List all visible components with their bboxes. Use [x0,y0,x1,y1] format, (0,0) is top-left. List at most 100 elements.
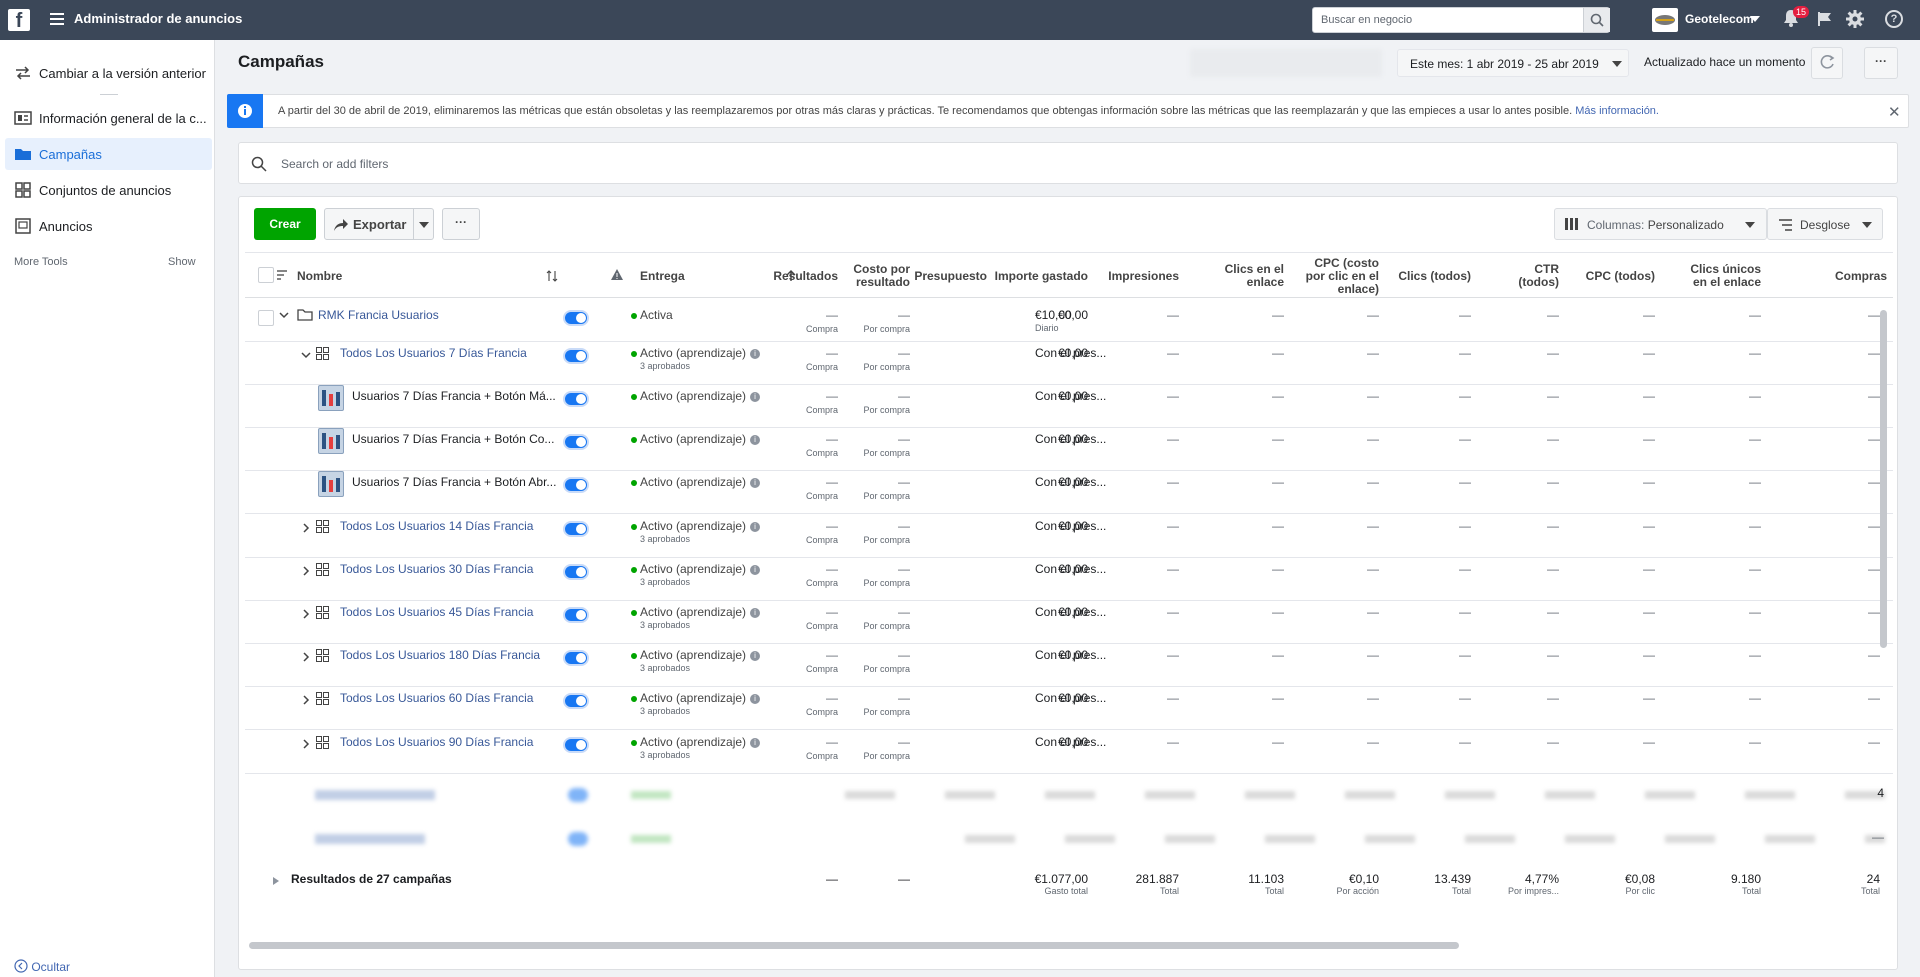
ad-set-name-link[interactable]: Todos Los Usuarios 180 Días Francia [340,648,540,662]
menu-icon[interactable] [50,13,64,25]
sidebar-item-ads[interactable]: Anuncios [5,210,212,242]
sidebar-item-campaigns[interactable]: Campañas [5,138,212,170]
select-all-checkbox[interactable] [258,267,274,283]
table-row[interactable]: Usuarios 7 Días Francia + Botón Má... Act… [245,384,1893,428]
table-row[interactable]: RMK Francia Usuarios Activa — Compra — Por co… [245,298,1893,342]
ad-name[interactable]: Usuarios 7 Días Francia + Botón Co... [352,432,554,446]
info-icon[interactable]: i [750,608,761,618]
export-button[interactable]: Exportar [324,208,414,240]
gear-icon[interactable] [1845,9,1865,29]
close-icon[interactable]: ✕ [1888,103,1901,121]
column-header-spent[interactable]: Importe gastado [995,270,1088,283]
export-dropdown-button[interactable] [414,208,434,240]
chevron-down-icon[interactable] [279,312,289,319]
business-name[interactable]: Geotelecom [1685,12,1754,26]
chevron-right-icon[interactable] [301,739,311,749]
create-button[interactable]: Crear [254,208,316,240]
refresh-button[interactable] [1811,47,1843,79]
chevron-right-icon[interactable] [301,695,311,705]
sort-options-icon[interactable] [277,269,289,281]
status-toggle[interactable] [563,477,589,493]
status-toggle[interactable] [563,564,589,580]
column-header-results[interactable]: Resultados [773,270,838,283]
ad-thumbnail[interactable] [318,385,344,411]
search-filter-input[interactable]: Search or add filters [238,142,1898,184]
column-header-link-clicks[interactable]: Clics en el enlace [1225,263,1284,289]
column-header-cpc-all[interactable]: CPC (todos) [1586,270,1655,283]
status-toggle[interactable] [563,650,589,666]
column-header-ctr[interactable]: CTR (todos) [1518,263,1559,289]
ad-thumbnail[interactable] [318,471,344,497]
table-row[interactable]: Todos Los Usuarios 14 Días Francia Activo… [245,514,1893,558]
sidebar-item-overview[interactable]: Información general de la c... [5,102,212,134]
ad-name[interactable]: Usuarios 7 Días Francia + Botón Má... [352,389,556,403]
info-icon[interactable]: i [750,392,761,402]
table-row[interactable]: Todos Los Usuarios 7 Días Francia Activo … [245,341,1893,385]
sort-icon[interactable] [546,270,558,282]
table-row[interactable]: Todos Los Usuarios 30 Días Francia Activo… [245,557,1893,601]
status-toggle[interactable] [563,693,589,709]
more-options-button[interactable]: ··· [1864,47,1898,79]
status-toggle[interactable] [563,348,589,364]
table-row[interactable]: Todos Los Usuarios 60 Días Francia Activo… [245,686,1893,730]
table-row[interactable]: Usuarios 7 Días Francia + Botón Co... Act… [245,427,1893,471]
ad-set-name-link[interactable]: Todos Los Usuarios 60 Días Francia [340,691,533,705]
column-header-impressions[interactable]: Impresiones [1108,270,1179,283]
chevron-down-icon[interactable] [1750,16,1760,22]
facebook-logo-icon[interactable]: f [8,9,30,32]
chevron-down-icon[interactable] [301,350,311,360]
info-icon[interactable]: i [750,738,761,748]
ad-set-name-link[interactable]: Todos Los Usuarios 7 Días Francia [340,346,527,360]
ad-set-name-link[interactable]: Todos Los Usuarios 14 Días Francia [340,519,533,533]
table-row[interactable]: Todos Los Usuarios 180 Días Francia Activ… [245,643,1893,687]
help-icon[interactable]: ? [1885,10,1903,28]
chevron-right-icon[interactable] [301,523,311,533]
column-header-budget[interactable]: Presupuesto [914,270,987,283]
info-icon[interactable]: i [750,651,761,661]
more-actions-button[interactable]: ··· [442,208,480,240]
status-toggle[interactable] [563,391,589,407]
business-logo[interactable] [1652,8,1678,32]
account-selector[interactable] [1190,49,1382,77]
ad-name[interactable]: Usuarios 7 Días Francia + Botón Abr... [352,475,556,489]
status-toggle[interactable] [563,310,589,326]
learn-more-link[interactable]: Más información. [1575,105,1659,117]
business-search-input[interactable]: Buscar en negocio [1312,7,1610,33]
status-toggle[interactable] [563,737,589,753]
column-header-unique-link-clicks[interactable]: Clics únicos en el enlace [1690,263,1761,289]
breakdown-button[interactable]: Desglose [1767,208,1883,240]
info-icon[interactable]: i [750,478,761,488]
show-more-tools-link[interactable]: Show [168,256,196,268]
sidebar-item-ad-sets[interactable]: Conjuntos de anuncios [5,174,212,206]
table-row[interactable]: Usuarios 7 Días Francia + Botón Abr... Ac… [245,470,1893,514]
sidebar-item-switch-version[interactable]: Cambiar a la versión anterior [5,57,212,89]
column-header-cost-per-result[interactable]: Costo por resultado [853,263,910,289]
search-button[interactable] [1583,8,1610,32]
columns-button[interactable]: Columnas: Personalizado [1554,208,1767,240]
row-checkbox[interactable] [258,310,274,326]
vertical-scrollbar[interactable] [1880,310,1887,648]
chevron-right-icon[interactable] [301,652,311,662]
status-toggle[interactable] [563,434,589,450]
column-header-name[interactable]: Nombre [297,270,342,283]
status-toggle[interactable] [563,607,589,623]
ad-set-name-link[interactable]: Todos Los Usuarios 45 Días Francia [340,605,533,619]
table-row[interactable]: Todos Los Usuarios 45 Días Francia Activo… [245,600,1893,644]
horizontal-scrollbar[interactable] [249,942,1459,949]
chevron-right-icon[interactable] [301,566,311,576]
flag-icon[interactable] [1817,11,1833,27]
hide-sidebar-button[interactable]: Ocultar [14,959,70,974]
column-header-cpc-link[interactable]: CPC (costo por clic en el enlace) [1306,257,1379,296]
campaign-name-link[interactable]: RMK Francia Usuarios [318,308,439,322]
chevron-right-icon[interactable] [301,609,311,619]
info-icon[interactable]: i [750,349,761,359]
column-header-purchases[interactable]: Compras [1835,270,1887,283]
table-row[interactable]: Todos Los Usuarios 90 Días Francia Activo… [245,730,1893,774]
ad-set-name-link[interactable]: Todos Los Usuarios 30 Días Francia [340,562,533,576]
ad-set-name-link[interactable]: Todos Los Usuarios 90 Días Francia [340,735,533,749]
info-icon[interactable]: i [750,522,761,532]
date-range-button[interactable]: Este mes: 1 abr 2019 - 25 abr 2019 [1397,49,1629,77]
status-toggle[interactable] [563,521,589,537]
column-header-clicks-all[interactable]: Clics (todos) [1398,270,1471,283]
info-icon[interactable]: i [750,435,761,445]
